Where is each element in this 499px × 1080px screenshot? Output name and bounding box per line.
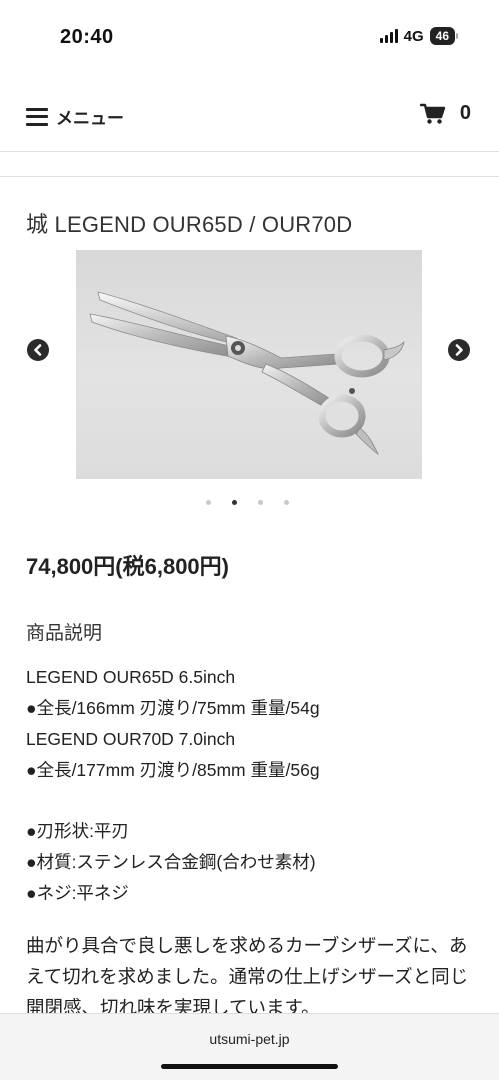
carousel-dot[interactable] bbox=[258, 500, 263, 505]
browser-address-bar[interactable]: utsumi-pet.jp bbox=[0, 1013, 499, 1080]
description-body: 曲がり具合で良し悪しを求めるカーブシザーズに、あえて切れを求めました。通常の仕上… bbox=[26, 935, 469, 1018]
spec-line: ●全長/166mm 刃渡り/75mm 重量/54g bbox=[26, 698, 320, 718]
site-header: メニュー 0 bbox=[0, 70, 499, 152]
status-time: 20:40 bbox=[60, 26, 114, 48]
chevron-right-icon bbox=[455, 344, 463, 356]
product-price: 74,800円(税6,800円) bbox=[26, 554, 229, 579]
scissors-image bbox=[89, 291, 405, 456]
cart-count: 0 bbox=[459, 102, 471, 124]
home-indicator bbox=[161, 1064, 338, 1069]
carousel-next-button[interactable] bbox=[448, 339, 470, 361]
product-image-carousel bbox=[0, 250, 499, 480]
chevron-left-icon bbox=[34, 344, 42, 356]
feature-line: ●刃形状:平刃 bbox=[26, 821, 129, 841]
network-type: 4G bbox=[403, 27, 424, 45]
carousel-dot[interactable] bbox=[206, 500, 211, 505]
hamburger-menu-icon bbox=[26, 107, 48, 126]
spec-line: LEGEND OUR65D 6.5inch bbox=[26, 667, 236, 687]
menu-button[interactable]: メニュー bbox=[26, 104, 124, 129]
shopping-cart-icon bbox=[419, 103, 446, 124]
carousel-dot[interactable] bbox=[284, 500, 289, 505]
menu-label: メニュー bbox=[56, 109, 124, 128]
signal-icon bbox=[379, 29, 398, 43]
cart-button[interactable]: 0 bbox=[419, 102, 471, 125]
battery-icon: 46 bbox=[429, 27, 459, 45]
status-indicators: 4G 46 bbox=[379, 27, 459, 45]
description-heading: 商品説明 bbox=[26, 623, 103, 644]
carousel-dot-active[interactable] bbox=[232, 500, 237, 505]
feature-line: ●ネジ:平ネジ bbox=[26, 883, 129, 903]
status-bar: 20:40 4G 46 bbox=[0, 0, 499, 70]
divider bbox=[0, 176, 499, 177]
feature-line: ●材質:ステンレス合金鋼(合わせ素材) bbox=[26, 852, 316, 872]
spec-line: ●全長/177mm 刃渡り/85mm 重量/56g bbox=[26, 760, 320, 780]
url-text[interactable]: utsumi-pet.jp bbox=[0, 1031, 499, 1047]
carousel-pagination bbox=[206, 500, 289, 505]
product-title: 城 LEGEND OUR65D / OUR70D bbox=[26, 212, 353, 237]
product-image[interactable] bbox=[76, 250, 422, 479]
spec-line: LEGEND OUR70D 7.0inch bbox=[26, 729, 236, 749]
carousel-prev-button[interactable] bbox=[27, 339, 49, 361]
product-specs: LEGEND OUR65D 6.5inch ●全長/166mm 刃渡り/75mm… bbox=[26, 662, 476, 909]
